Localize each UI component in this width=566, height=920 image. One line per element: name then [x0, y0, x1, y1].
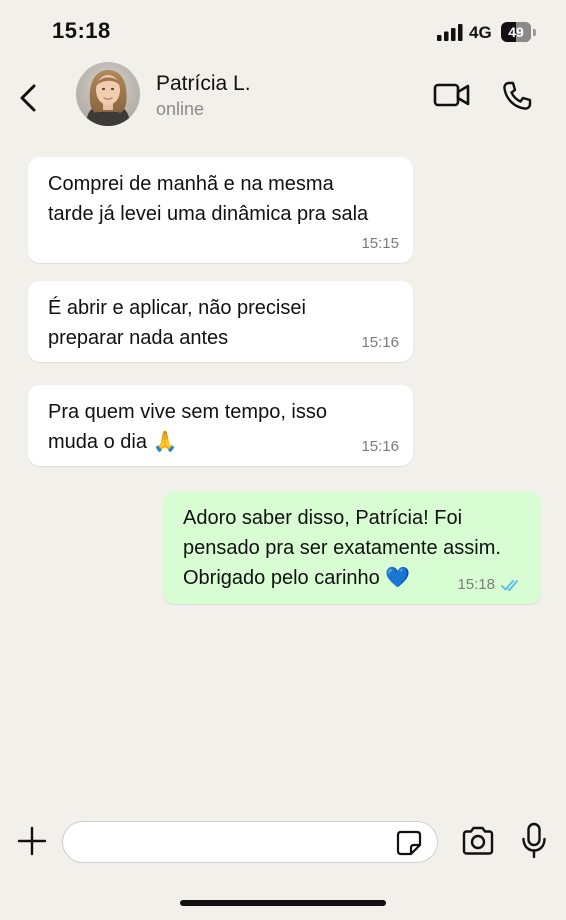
- cellular-signal-icon: [437, 24, 463, 41]
- network-type: 4G: [469, 23, 492, 42]
- avatar-image: [76, 62, 140, 126]
- message-time: 15:18: [457, 576, 495, 593]
- avatar[interactable]: [76, 62, 140, 126]
- microphone-icon: [522, 822, 546, 859]
- battery-level: 49: [508, 24, 524, 40]
- chat-header: Patrícia L. online: [0, 62, 566, 140]
- phone-icon: [503, 81, 532, 110]
- message-composer: [0, 810, 566, 880]
- video-call-button[interactable]: [432, 80, 472, 110]
- message-text: Comprei de manhã e na mesma tarde já lev…: [48, 173, 369, 225]
- plus-icon: [17, 826, 47, 856]
- sticker-icon: [396, 830, 422, 856]
- contact-name[interactable]: Patrícia L.: [156, 72, 251, 96]
- video-camera-icon: [433, 83, 470, 107]
- status-time: 15:18: [52, 18, 111, 43]
- back-button[interactable]: [14, 78, 44, 118]
- sticker-button[interactable]: [396, 830, 422, 856]
- voice-call-button[interactable]: [500, 79, 534, 113]
- battery-icon: 49: [501, 22, 537, 42]
- message-text: É abrir e aplicar, não precisei preparar…: [48, 297, 306, 349]
- home-indicator[interactable]: [180, 900, 386, 906]
- voice-message-button[interactable]: [520, 822, 548, 860]
- message-time: 15:16: [361, 334, 399, 351]
- message-bubble-incoming[interactable]: É abrir e aplicar, não precisei preparar…: [28, 281, 413, 362]
- camera-icon: [462, 826, 494, 855]
- message-bubble-incoming[interactable]: Comprei de manhã e na mesma tarde já lev…: [28, 157, 413, 263]
- message-text: Pra quem vive sem tempo, isso muda o dia…: [48, 401, 327, 453]
- status-bar: 15:18 4G 49: [0, 0, 566, 62]
- contact-status: online: [156, 99, 205, 119]
- attach-button[interactable]: [16, 825, 48, 857]
- message-input[interactable]: [62, 821, 438, 863]
- message-time: 15:16: [361, 438, 399, 455]
- message-bubble-outgoing[interactable]: Adoro saber disso, Patrícia! Foi pensado…: [163, 491, 541, 604]
- chevron-left-icon: [20, 84, 36, 112]
- message-bubble-incoming[interactable]: Pra quem vive sem tempo, isso muda o dia…: [28, 385, 413, 466]
- message-time: 15:15: [361, 235, 399, 252]
- read-receipt-icon: [501, 580, 518, 591]
- camera-button[interactable]: [460, 825, 496, 857]
